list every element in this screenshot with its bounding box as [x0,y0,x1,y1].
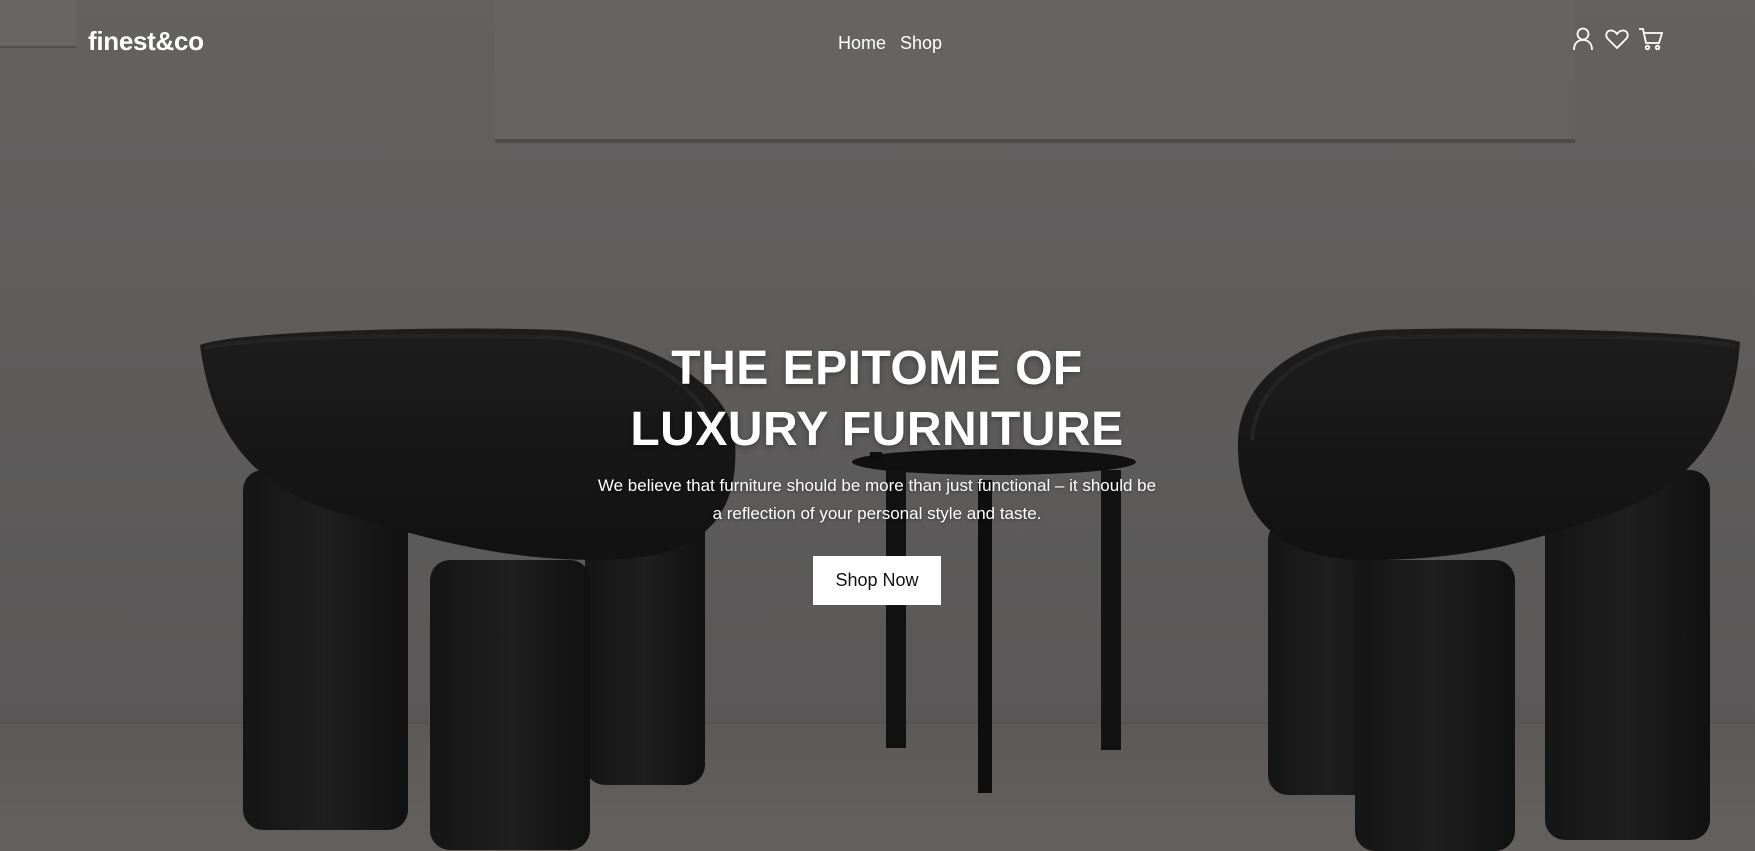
heart-icon[interactable] [1604,26,1630,52]
header-icons [1570,26,1664,52]
user-icon[interactable] [1570,26,1596,52]
nav-link-shop[interactable]: Shop [900,33,942,54]
hero-content: THE EPITOME OF LUXURY FURNITURE We belie… [577,338,1177,605]
brand-logo[interactable]: finest&co [88,26,204,57]
hero-subtitle: We believe that furniture should be more… [597,476,1157,523]
shop-now-button[interactable]: Shop Now [813,556,941,605]
hero-section: finest&co Home Shop THE EPITOME OF LUXUR… [0,0,1755,851]
nav-link-home[interactable]: Home [838,33,886,54]
hero-title: THE EPITOME OF LUXURY FURNITURE [577,338,1177,460]
main-nav: Home Shop [838,33,942,54]
hero-title-line-1: THE EPITOME OF [671,342,1083,395]
hero-title-line-2: LUXURY FURNITURE [630,403,1124,456]
site-header: finest&co Home Shop [0,0,1755,86]
cart-icon[interactable] [1638,26,1664,52]
